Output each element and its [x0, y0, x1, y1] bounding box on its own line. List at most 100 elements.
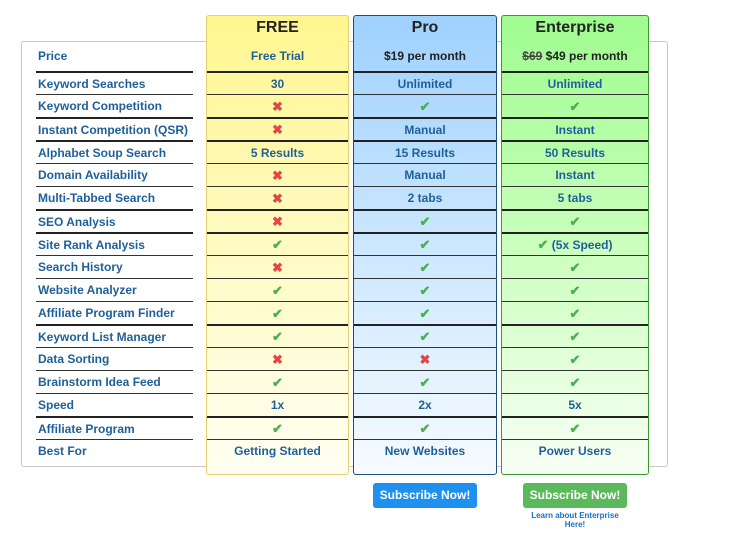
subscribe-pro-button[interactable]: Subscribe Now! [373, 483, 477, 508]
feature-label: Speed [36, 393, 193, 416]
subscribe-enterprise-button[interactable]: Subscribe Now! [523, 483, 627, 508]
plan-cell: Instant [502, 163, 648, 186]
plan-cell: ✔ [502, 416, 648, 439]
feature-label: Affiliate Program Finder [36, 301, 193, 324]
cross-icon: ✖ [272, 122, 283, 137]
plan-cell: ✔ [354, 324, 496, 347]
feature-label: Instant Competition (QSR) [36, 117, 193, 140]
plan-cell: ✖ [354, 347, 496, 370]
plan-cell: ✔ [354, 209, 496, 232]
feature-label: Keyword Searches [36, 71, 193, 94]
cell-value: Manual [404, 168, 446, 182]
cell-value: Instant [555, 123, 595, 137]
cross-icon: ✖ [272, 99, 283, 114]
cross-icon: ✖ [272, 191, 283, 206]
check-icon: ✔ [272, 375, 283, 390]
plan-cell: ✔ [354, 301, 496, 324]
cross-icon: ✖ [272, 168, 283, 183]
cell-value: 2x [418, 398, 432, 412]
check-icon: ✔ [419, 329, 431, 344]
plan-cell: ✔ [207, 232, 348, 255]
plan-price: Free Trial [250, 49, 305, 63]
plan-cell: Unlimited [502, 71, 648, 94]
learn-enterprise-link[interactable]: Learn about Enterprise Here! [520, 511, 630, 529]
check-icon: ✔ [272, 306, 283, 321]
plan-price: $69 $49 per month [522, 49, 628, 63]
plan-cell: ✔ [502, 209, 648, 232]
cell-value: Power Users [538, 444, 612, 458]
feature-label: Domain Availability [36, 163, 193, 186]
plan-cell: 5 tabs [502, 186, 648, 209]
feature-label: Keyword List Manager [36, 324, 193, 347]
plan-cell: Getting Started [207, 439, 348, 469]
plan-name: FREE [256, 19, 299, 36]
feature-label: Search History [36, 255, 193, 278]
plan-cell: ✖ [207, 94, 348, 117]
cell-value: 5 Results [250, 146, 305, 160]
plan-cell: ✔ [502, 301, 648, 324]
plan-cell: 2 tabs [354, 186, 496, 209]
plan-cell: ✔ [207, 324, 348, 347]
plan-cell: ✔ [354, 278, 496, 301]
feature-label-price: Price [38, 49, 68, 63]
cell-value: 5 tabs [557, 191, 593, 205]
plan-cell: ✔ [502, 278, 648, 301]
cell-value: New Websites [384, 444, 466, 458]
cell-value: Instant [555, 168, 595, 182]
plan-cell: ✔ [502, 324, 648, 347]
plan-cell: ✔ [502, 94, 648, 117]
cross-icon: ✖ [419, 352, 431, 367]
cell-value: 1x [270, 398, 285, 412]
check-icon: ✔ [569, 283, 581, 298]
plan-name: Enterprise [535, 19, 615, 36]
plan-cell: 5x [502, 393, 648, 416]
feature-label: Alphabet Soup Search [36, 140, 193, 163]
plan-cell: ✔ [354, 370, 496, 393]
feature-label: Data Sorting [36, 347, 193, 370]
plan-cell: Unlimited [354, 71, 496, 94]
plan-cell: Manual [354, 163, 496, 186]
check-icon: ✔ [569, 375, 581, 390]
plan-cell: 30 [207, 71, 348, 94]
check-icon: ✔ [419, 99, 431, 114]
plan-cell: ✔ [354, 416, 496, 439]
plan-cell: ✔ [502, 255, 648, 278]
cross-icon: ✖ [272, 352, 283, 367]
plan-cell: ✖ [207, 209, 348, 232]
plan-cell: 50 Results [502, 140, 648, 163]
cell-value: 5x [568, 398, 582, 412]
check-icon: ✔ [537, 237, 549, 252]
plan-cell: ✔ (5x Speed) [502, 232, 648, 255]
cell-value: 15 Results [394, 146, 456, 160]
check-icon: ✔ [419, 260, 431, 275]
plan-cell: ✔ [354, 232, 496, 255]
check-icon: ✔ [272, 283, 283, 298]
plan-cell: ✔ [354, 255, 496, 278]
cell-value: 2 tabs [407, 191, 443, 205]
plan-column-enterprise: Enterprise $69 $49 per month Unlimited ✔ I… [501, 15, 649, 475]
plan-cell: ✔ [207, 278, 348, 301]
plan-cell: Instant [502, 117, 648, 140]
feature-label: Affiliate Program [36, 416, 193, 439]
plan-cell: Manual [354, 117, 496, 140]
plan-cell: 5 Results [207, 140, 348, 163]
feature-label: Multi-Tabbed Search [36, 186, 193, 209]
plan-cell: ✖ [207, 255, 348, 278]
cross-icon: ✖ [272, 260, 283, 275]
check-icon: ✔ [419, 375, 431, 390]
check-icon: ✔ [569, 260, 581, 275]
check-icon: ✔ [419, 237, 431, 252]
plan-cell: ✔ [502, 370, 648, 393]
feature-label: Website Analyzer [36, 278, 193, 301]
check-icon: ✔ [569, 214, 581, 229]
feature-label: Best For [36, 439, 193, 462]
feature-column: Price Keyword Searches Keyword Competitio… [36, 41, 193, 462]
plan-cell: Power Users [502, 439, 648, 469]
cell-value: Manual [404, 123, 446, 137]
plan-cell: New Websites [354, 439, 496, 469]
plan-cell: ✔ [207, 301, 348, 324]
plan-cell: 1x [207, 393, 348, 416]
plan-cell: 2x [354, 393, 496, 416]
check-icon: ✔ [569, 421, 581, 436]
cell-value: Unlimited [547, 77, 603, 91]
